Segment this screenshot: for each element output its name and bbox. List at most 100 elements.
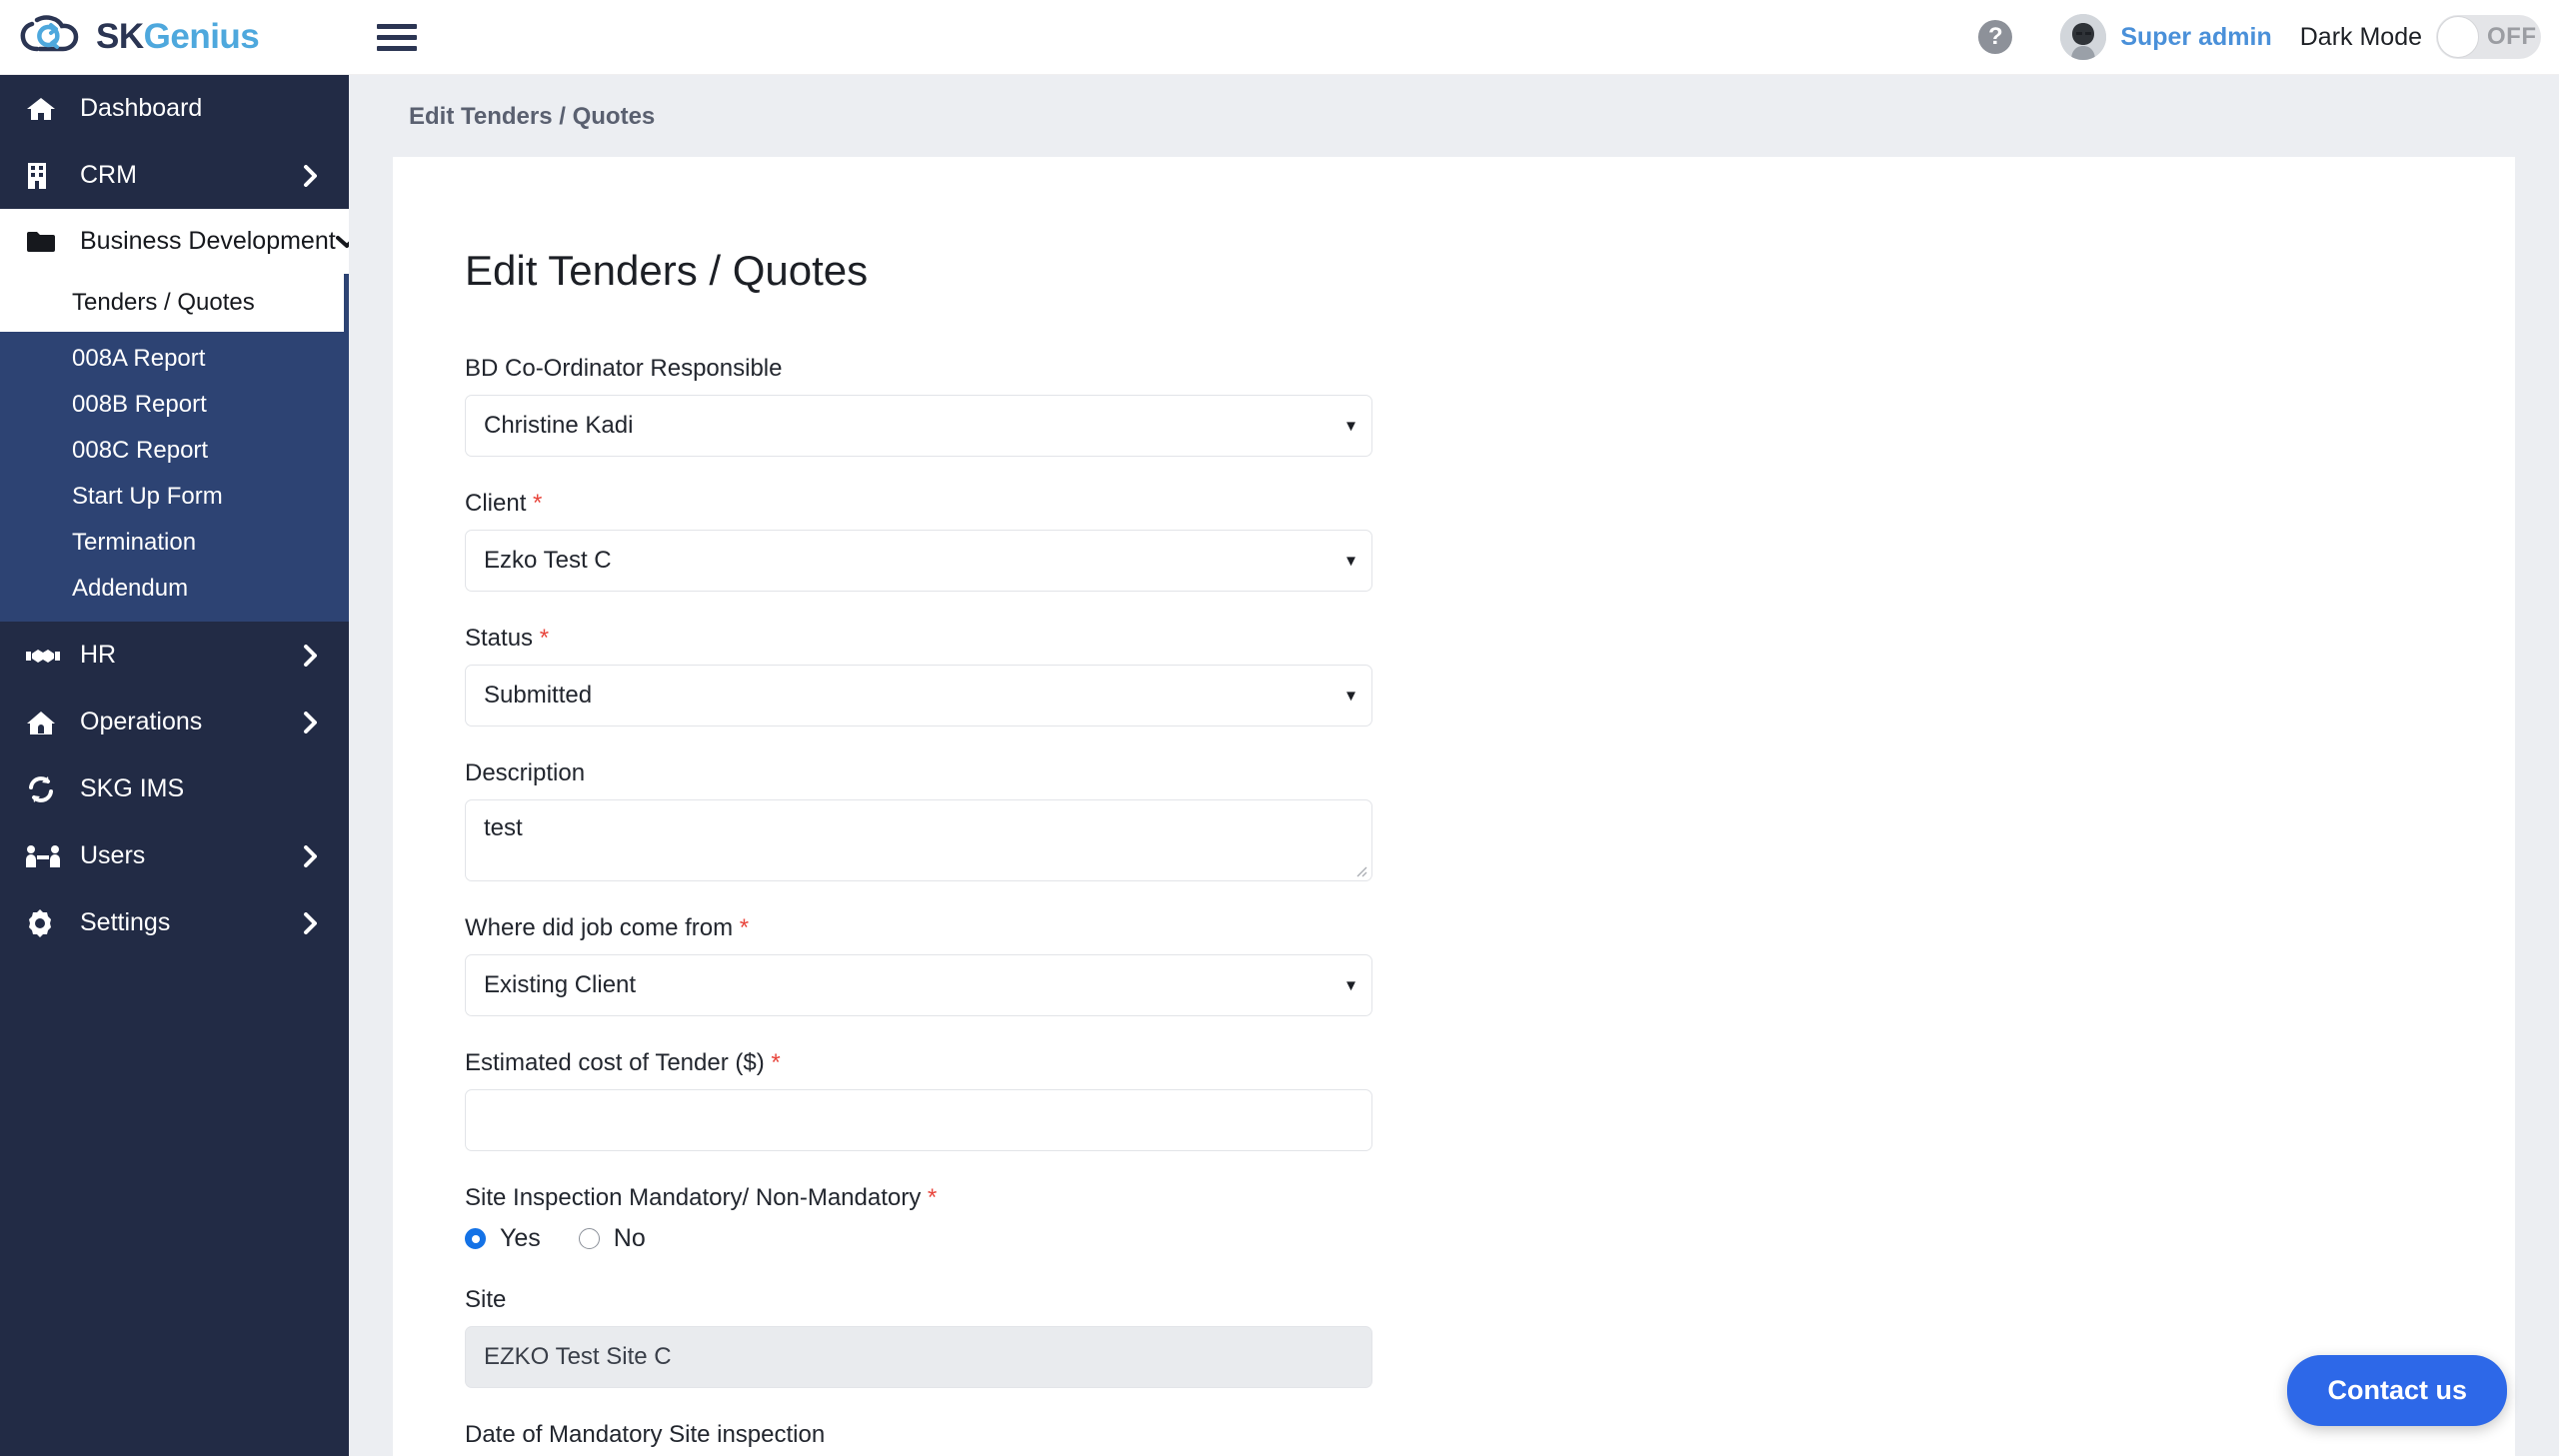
description-value: test [484, 814, 523, 841]
sidebar-item-hr[interactable]: HR [0, 622, 349, 689]
sidebar-item-008b-report[interactable]: 008B Report [0, 382, 349, 428]
sidebar-item-tenders-quotes[interactable]: Tenders / Quotes [0, 274, 349, 332]
radio-no-label[interactable]: No [614, 1224, 646, 1253]
hamburger-bar [377, 45, 417, 51]
estimated-cost-input[interactable] [465, 1089, 1372, 1151]
sidebar-navigation: Dashboard CRM Business Development Tende… [0, 75, 349, 1456]
field-label: BD Co-Ordinator Responsible [465, 355, 1392, 383]
sidebar-item-label: SKG IMS [80, 774, 185, 802]
header-right-controls: ? Super admin Dark Mode OFF [1978, 14, 2559, 60]
gear-icon [26, 908, 64, 937]
brand-logo-area[interactable]: SKGenius [0, 0, 349, 74]
field-label-text: BD Co-Ordinator Responsible [465, 355, 783, 382]
bd-coordinator-select[interactable]: Christine Kadi [465, 395, 1372, 457]
field-label-text: Site [465, 1286, 507, 1313]
brand-name-sk: SK [96, 17, 144, 56]
sidebar-item-label: Business Development [80, 227, 336, 255]
status-select[interactable]: Submitted [465, 665, 1372, 727]
avatar-photo-icon [2060, 14, 2107, 60]
field-label: Date of Mandatory Site inspection [465, 1421, 1392, 1449]
chevron-right-icon [303, 644, 317, 667]
resize-handle-icon[interactable] [1353, 863, 1367, 877]
client-value: Ezko Test C [484, 547, 612, 574]
job-source-select[interactable]: Existing Client [465, 954, 1372, 1016]
field-description: Description test [465, 759, 1392, 881]
bd-coordinator-value: Christine Kadi [484, 412, 634, 439]
field-client: Client * Ezko Test C [465, 490, 1392, 592]
top-header-bar: SKGenius ? Super admin Dark Mode OFF [0, 0, 2559, 75]
sidebar-item-label: Dashboard [80, 94, 203, 122]
chevron-right-icon [303, 164, 317, 187]
contact-us-button[interactable]: Contact us [2287, 1355, 2507, 1426]
sidebar-subitem-label: 008C Report [72, 437, 209, 464]
sidebar-item-addendum[interactable]: Addendum [0, 566, 349, 612]
sidebar-item-label: Operations [80, 708, 203, 735]
dark-mode-label: Dark Mode [2299, 22, 2422, 51]
sidebar-subitem-label: 008A Report [72, 345, 206, 372]
sidebar-item-operations[interactable]: Operations [0, 689, 349, 755]
sidebar-item-start-up-form[interactable]: Start Up Form [0, 474, 349, 520]
body-container: Dashboard CRM Business Development Tende… [0, 75, 2559, 1456]
site-value: EZKO Test Site C [484, 1343, 672, 1370]
sidebar-submenu-group: 008A Report 008B Report 008C Report Star… [0, 332, 349, 622]
sidebar-item-008c-report[interactable]: 008C Report [0, 428, 349, 474]
radio-yes-label[interactable]: Yes [500, 1224, 541, 1253]
sidebar-item-termination[interactable]: Termination [0, 520, 349, 566]
job-source-value: Existing Client [484, 971, 637, 998]
site-input: EZKO Test Site C [465, 1326, 1372, 1388]
sidebar-item-008a-report[interactable]: 008A Report [0, 336, 349, 382]
chevron-right-icon [303, 711, 317, 733]
field-label: Site [465, 1286, 1392, 1314]
radio-no[interactable] [578, 1228, 600, 1249]
sidebar-item-business-development[interactable]: Business Development [0, 209, 349, 274]
required-marker: * [927, 1184, 938, 1211]
field-label-text: Site Inspection Mandatory/ Non-Mandatory [465, 1184, 922, 1211]
sidebar-item-skg-ims[interactable]: SKG IMS [0, 755, 349, 822]
avatar[interactable] [2060, 14, 2107, 60]
user-name-link[interactable]: Super admin [2120, 23, 2271, 52]
dark-mode-toggle[interactable]: OFF [2436, 15, 2541, 59]
chevron-right-icon [303, 844, 317, 867]
folder-icon [26, 230, 64, 254]
field-label-text: Description [465, 759, 586, 786]
field-label: Description [465, 759, 1392, 787]
edit-tenders-quotes-form: BD Co-Ordinator Responsible Christine Ka… [393, 295, 1392, 1456]
chevron-down-icon [335, 235, 349, 249]
field-label-text: Where did job come from [465, 914, 734, 941]
required-marker: * [539, 625, 550, 652]
field-site-inspection-mandatory: Site Inspection Mandatory/ Non-Mandatory… [465, 1184, 1392, 1253]
status-value: Submitted [484, 682, 593, 709]
field-site: Site EZKO Test Site C [465, 1286, 1392, 1388]
application-window: SKGenius ? Super admin Dark Mode OFF Das… [0, 0, 2559, 1456]
field-bd-coordinator: BD Co-Ordinator Responsible Christine Ka… [465, 355, 1392, 457]
skgenius-cloud-logo-icon [20, 15, 79, 52]
required-marker: * [739, 914, 750, 941]
handshake-icon [26, 646, 64, 666]
client-select[interactable]: Ezko Test C [465, 530, 1372, 592]
sidebar-item-users[interactable]: Users [0, 822, 349, 889]
toggle-knob [2437, 16, 2479, 58]
people-icon [26, 844, 64, 868]
sidebar-item-settings[interactable]: Settings [0, 889, 349, 956]
building-icon [26, 162, 64, 190]
site-inspection-radio-group: Yes No [465, 1224, 1392, 1253]
field-job-source: Where did job come from * Existing Clien… [465, 914, 1392, 1016]
field-label: Client * [465, 490, 1392, 518]
sidebar-item-label: Users [80, 841, 146, 869]
page-title: Edit Tenders / Quotes [465, 247, 869, 294]
description-textarea[interactable]: test [465, 799, 1372, 881]
required-marker: * [771, 1049, 781, 1076]
sidebar-item-label: CRM [80, 161, 137, 189]
sidebar-item-label: Settings [80, 908, 171, 936]
sidebar-subitem-label: Tenders / Quotes [72, 289, 255, 316]
sidebar-item-dashboard[interactable]: Dashboard [0, 75, 349, 142]
chevron-right-icon [303, 911, 317, 934]
field-label-text: Client [465, 490, 527, 517]
field-status: Status * Submitted [465, 625, 1392, 727]
hamburger-menu-icon[interactable] [377, 22, 417, 52]
sidebar-item-crm[interactable]: CRM [0, 142, 349, 209]
field-label-text: Status [465, 625, 534, 652]
radio-yes[interactable] [465, 1228, 486, 1249]
help-icon[interactable]: ? [1978, 20, 2013, 54]
field-date-mandatory-site-inspection: Date of Mandatory Site inspection 01/08/… [465, 1421, 1392, 1456]
